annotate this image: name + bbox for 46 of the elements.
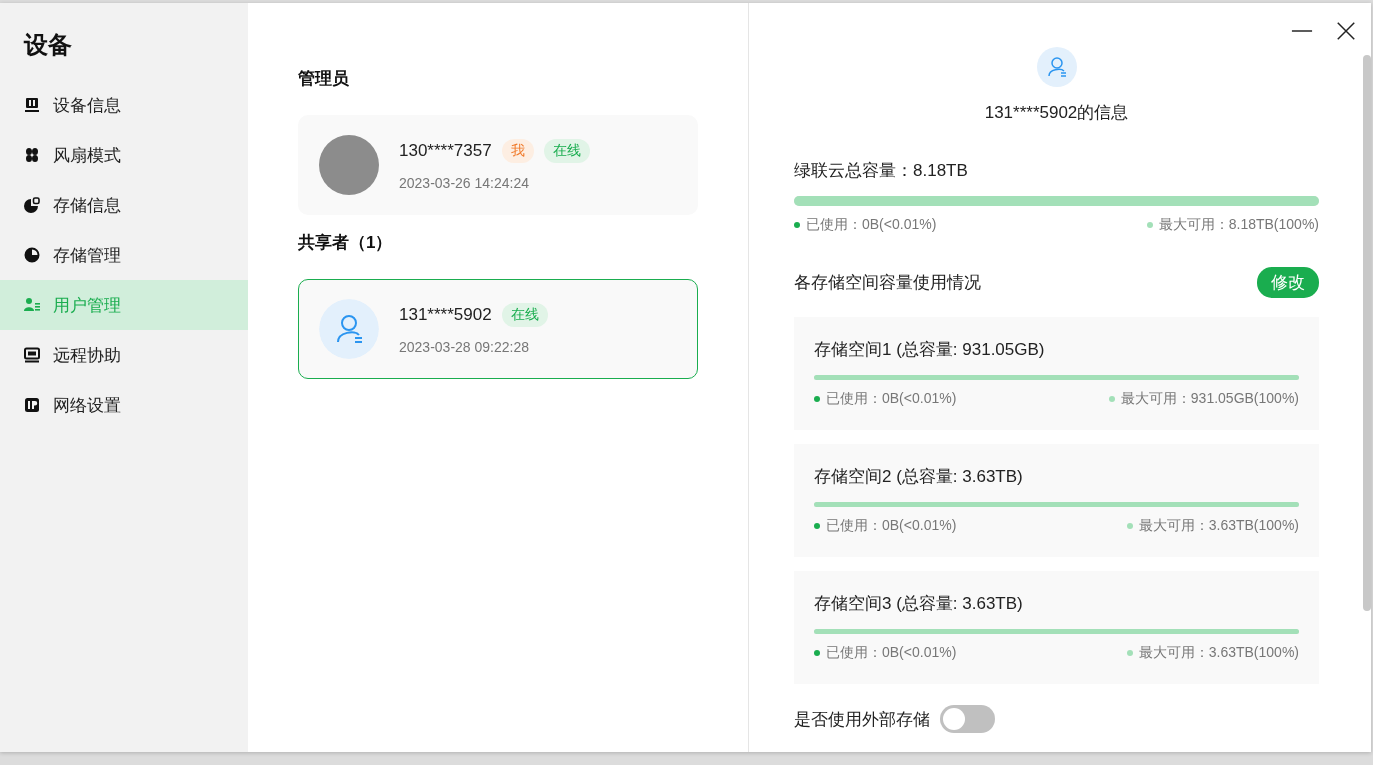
monitor-icon [24,347,40,363]
status-tag: 在线 [501,303,548,327]
sidebar-item[interactable]: 设备信息 [0,80,248,130]
external-storage-label: 是否使用外部存储 [794,708,930,731]
available-legend: 最大可用：3.63TB(100%) [1126,517,1299,535]
pie-chart-icon [24,197,40,213]
used-legend: 已使用：0B(<0.01%) [814,644,957,662]
fan-icon [24,147,40,163]
user-card[interactable]: 131****5902 在线 2023-03-28 09:22:28 [298,279,698,379]
used-legend: 已使用：0B(<0.01%) [814,390,957,408]
login-time: 2023-03-28 09:22:28 [399,339,530,355]
available-legend: 最大可用：3.63TB(100%) [1126,644,1299,662]
available-legend: 最大可用：931.05GB(100%) [1108,390,1299,408]
user-card[interactable]: 130****7357 我 在线 2023-03-26 14:24:24 [298,115,698,215]
panel-icon [24,97,40,113]
section-heading: 共享者（1） [298,232,394,254]
toggle-switch[interactable] [940,705,995,733]
ip-icon [24,397,40,413]
status-tag: 在线 [543,139,590,163]
sidebar-item[interactable]: 风扇模式 [0,130,248,180]
section-heading: 各存储空间容量使用情况 [794,272,981,294]
sidebar-item[interactable]: 存储信息 [0,180,248,230]
sidebar-title: 设备 [22,30,73,60]
half-circle-icon [24,247,40,263]
user-name: 131****5902 [399,305,492,325]
sidebar-item[interactable]: 存储管理 [0,230,248,280]
detail-title: 131****5902的信息 [984,102,1129,124]
scrollbar[interactable] [1363,55,1371,611]
sidebar-item[interactable]: 远程协助 [0,330,248,380]
close-icon[interactable] [1335,20,1357,42]
sidebar-item[interactable]: 网络设置 [0,380,248,430]
login-time: 2023-03-26 14:24:24 [399,175,530,191]
user-avatar-icon [319,299,379,359]
avatar-photo-placeholder [319,135,379,195]
available-legend: 最大可用：8.18TB(100%) [1146,216,1319,234]
user-name: 130****7357 [399,141,492,161]
storage-space-title: 存储空间1 (总容量: 931.05GB) [814,339,1046,361]
section-heading: 管理员 [298,68,350,90]
users-icon [24,297,40,313]
storage-space-title: 存储空间2 (总容量: 3.63TB) [814,466,1024,488]
user-avatar-icon [1036,47,1077,87]
total-capacity: 绿联云总容量：8.18TB [794,160,969,182]
self-tag: 我 [501,139,534,163]
storage-space-title: 存储空间3 (总容量: 3.63TB) [814,593,1024,615]
used-legend: 已使用：0B(<0.01%) [814,517,957,535]
used-legend: 已使用：0B(<0.01%) [794,216,937,234]
